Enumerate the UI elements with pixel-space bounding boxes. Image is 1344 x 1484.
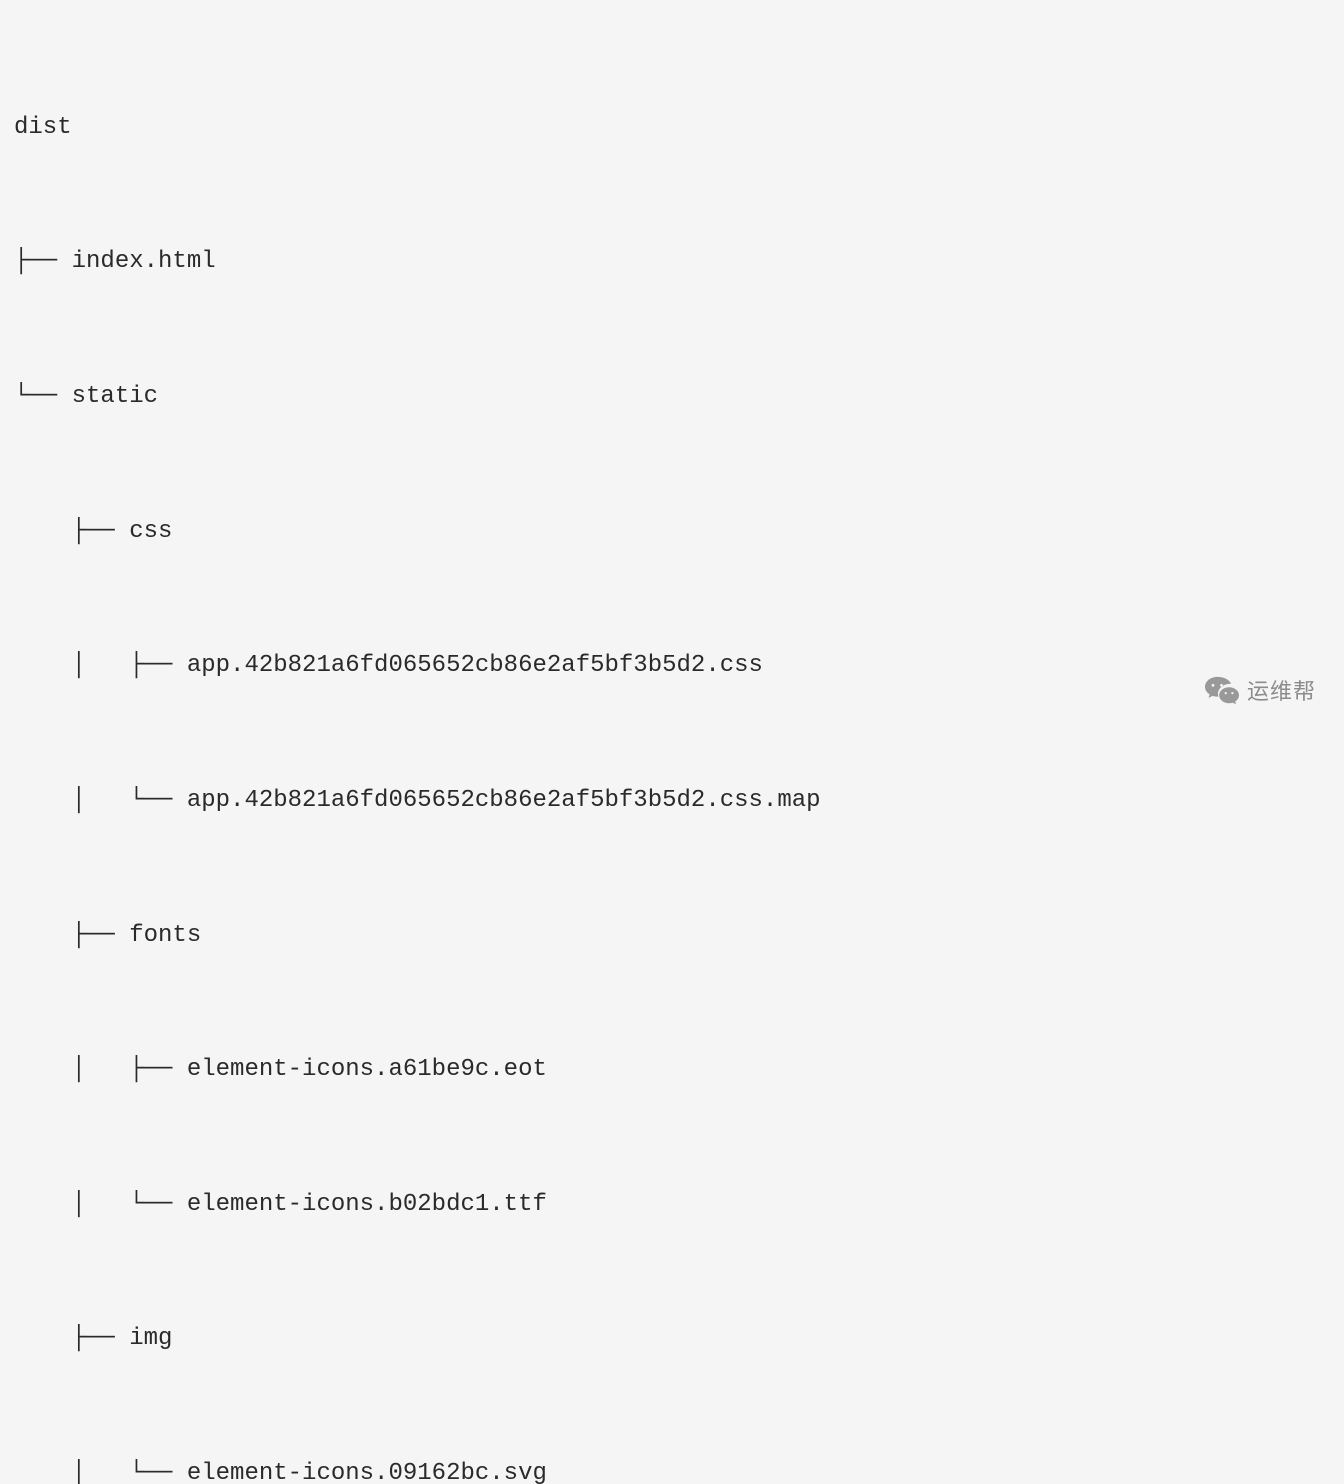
tree-line-file: │ └── element-icons.b02bdc1.ttf [14, 1183, 1330, 1228]
tree-line-file: │ └── app.42b821a6fd065652cb86e2af5bf3b5… [14, 779, 1330, 824]
directory-tree-output: dist ├── index.html └── static ├── css │… [14, 16, 1330, 1484]
tree-line-dir: └── static [14, 375, 1330, 420]
tree-line-file: ├── index.html [14, 240, 1330, 285]
wechat-icon [1205, 676, 1239, 706]
tree-line-file: │ └── element-icons.09162bc.svg [14, 1452, 1330, 1484]
watermark-text: 运维帮 [1247, 671, 1316, 712]
tree-line-dir: ├── img [14, 1317, 1330, 1362]
tree-line-dir: ├── fonts [14, 914, 1330, 959]
watermark: 运维帮 [1205, 671, 1316, 712]
tree-line-file: │ ├── app.42b821a6fd065652cb86e2af5bf3b5… [14, 644, 1330, 689]
tree-line-dir: ├── css [14, 510, 1330, 555]
tree-line-file: │ ├── element-icons.a61be9c.eot [14, 1048, 1330, 1093]
tree-line-root: dist [14, 106, 1330, 151]
